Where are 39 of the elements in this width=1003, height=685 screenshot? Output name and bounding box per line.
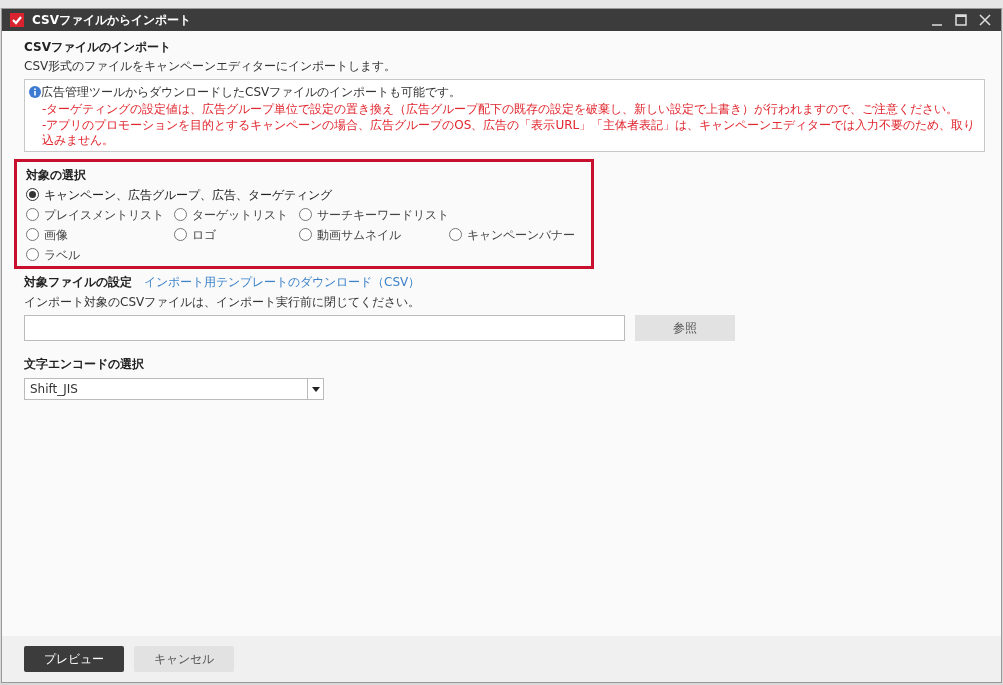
encoding-title: 文字エンコードの選択: [24, 356, 145, 373]
info-icon: [29, 86, 41, 98]
file-settings-note: インポート対象のCSVファイルは、インポート実行前に閉じてください。: [24, 294, 422, 311]
file-path-field[interactable]: [24, 315, 625, 341]
notice-warning-text: -ターゲティングの設定値は、広告グループ単位で設定の置き換え（広告グループ配下の既存の設定を破棄し、新しい設定で上書き）が行われますので、ご注意ください。: [41, 102, 960, 117]
window-title: CSVファイルからインポート: [32, 12, 191, 29]
dropdown-caret-icon: [311, 386, 320, 392]
cancel-button[interactable]: キャンセル: [134, 646, 234, 672]
app-logo-icon: [10, 13, 24, 27]
radio-label[interactable]: キャンペーン、広告グループ、広告、ターゲティング: [44, 185, 332, 204]
file-settings-title: 対象ファイルの設定: [24, 274, 132, 291]
close-icon[interactable]: [979, 14, 991, 26]
radio-label[interactable]: 画像: [44, 225, 68, 244]
preview-button[interactable]: プレビュー: [24, 646, 124, 672]
radio-label[interactable]: サーチキーワードリスト: [317, 205, 449, 224]
radio-button[interactable]: [174, 208, 187, 221]
notice-warning-text: -アプリのプロモーションを目的とするキャンペーンの場合、広告グループのOS、広告の「表示URL」「主体者表記」は、キャンペーンエディターでは入力不要のため、取り込みません。: [41, 118, 977, 148]
radio-button[interactable]: [26, 248, 39, 261]
radio-button[interactable]: [26, 228, 39, 241]
radio-label[interactable]: ラベル: [44, 245, 80, 264]
radio-button[interactable]: [26, 188, 39, 201]
radio-button[interactable]: [174, 228, 187, 241]
radio-button[interactable]: [299, 228, 312, 241]
encoding-dropdown[interactable]: Shift_JIS: [24, 378, 324, 400]
radio-label[interactable]: プレイスメントリスト: [44, 205, 164, 224]
radio-label[interactable]: ターゲットリスト: [192, 205, 288, 224]
radio-label[interactable]: ロゴ: [192, 225, 216, 244]
browse-button[interactable]: 参照: [635, 315, 735, 341]
template-download-link[interactable]: インポート用テンプレートのダウンロード（CSV）: [144, 273, 421, 291]
radio-button[interactable]: [26, 208, 39, 221]
radio-button[interactable]: [449, 228, 462, 241]
radio-button[interactable]: [299, 208, 312, 221]
maximize-icon[interactable]: [955, 14, 967, 26]
section-title: CSVファイルのインポート: [24, 39, 172, 56]
radio-label[interactable]: キャンペーンバナー: [467, 225, 575, 244]
radio-label[interactable]: 動画サムネイル: [317, 225, 401, 244]
section-description: CSV形式のファイルをキャンペーンエディターにインポートします。: [24, 58, 398, 75]
notice-info-text: 広告管理ツールからダウンロードしたCSVファイルのインポートも可能です。: [41, 84, 462, 101]
target-selection-title: 対象の選択: [26, 167, 87, 184]
